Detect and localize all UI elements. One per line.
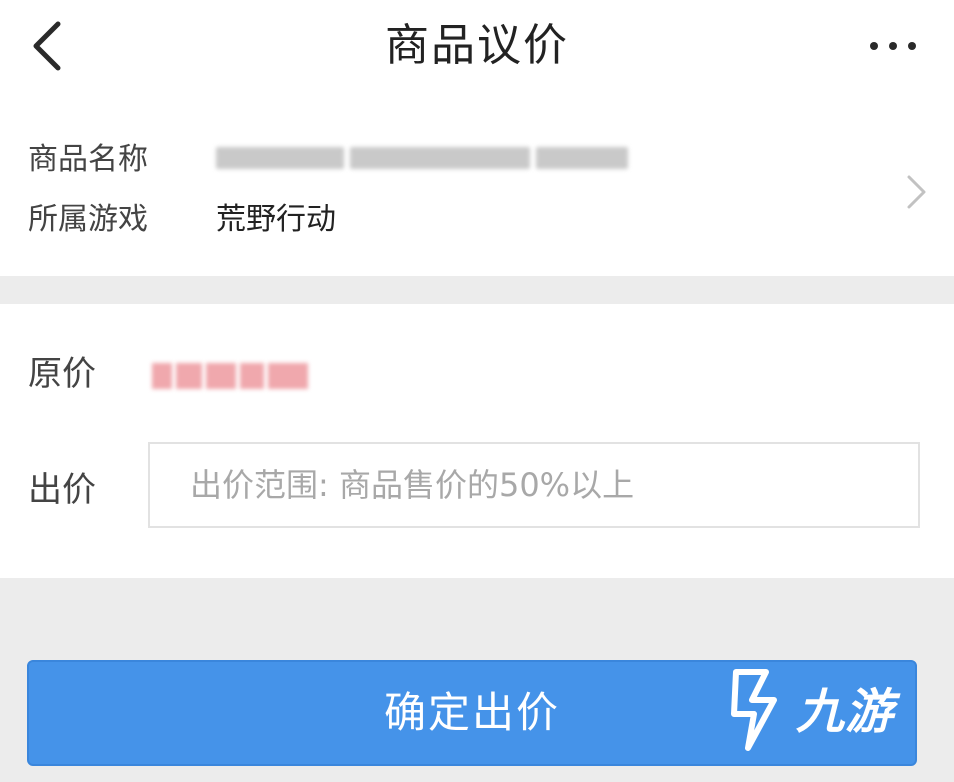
bid-input[interactable]: [148, 442, 920, 528]
bid-label: 出价: [28, 470, 96, 510]
goods-info-row[interactable]: 商品名称 所属游戏 荒野行动: [0, 96, 954, 276]
nav-bar: 商品议价: [0, 0, 954, 96]
original-price-value-blurred: [152, 360, 308, 392]
more-button[interactable]: [868, 34, 918, 58]
chevron-right-icon: [907, 175, 926, 209]
jiuyou-logo-icon: [731, 669, 777, 751]
game-label: 所属游戏: [28, 202, 148, 237]
original-price-label: 原价: [28, 354, 96, 394]
more-dots-icon: [870, 42, 878, 50]
goods-name-label: 商品名称: [28, 142, 148, 177]
price-section: 原价 出价: [0, 304, 954, 578]
page-title: 商品议价: [385, 20, 569, 71]
goods-name-value-blurred: [216, 140, 656, 176]
watermark-text: 九游: [796, 684, 895, 740]
watermark: 九游: [722, 660, 922, 760]
game-value: 荒野行动: [216, 202, 336, 237]
